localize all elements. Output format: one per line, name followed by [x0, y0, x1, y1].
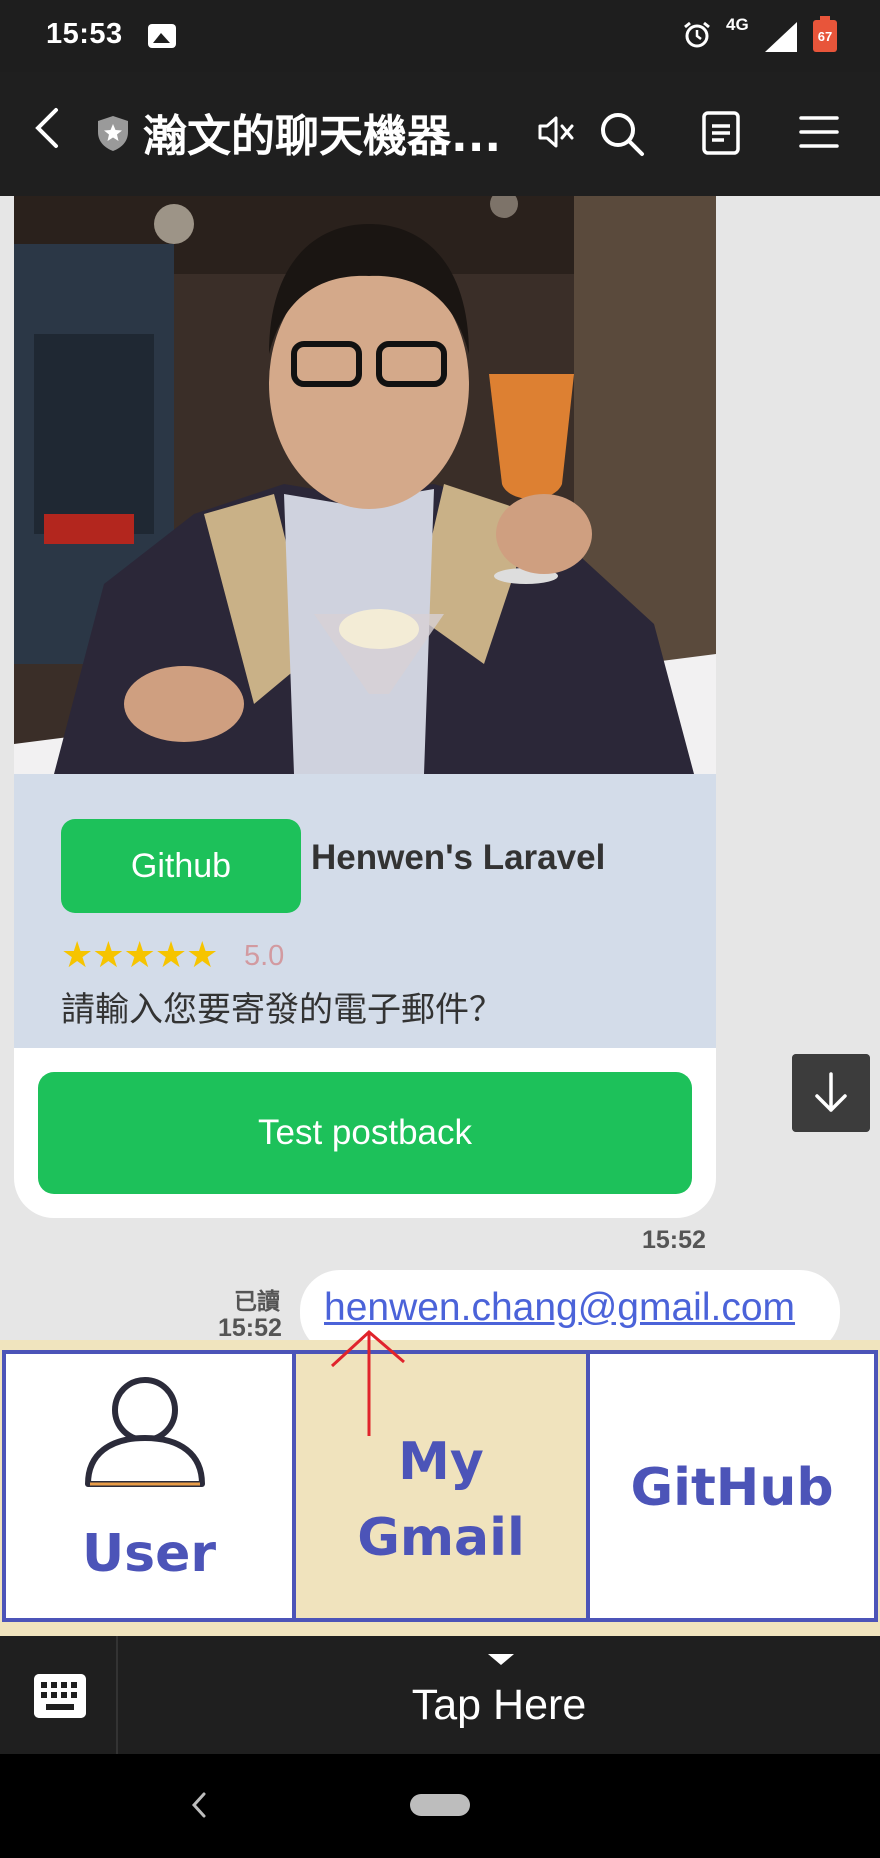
scroll-down-icon[interactable]: [792, 1054, 870, 1132]
battery-icon: 67: [813, 16, 837, 52]
test-postback-button[interactable]: Test postback: [38, 1072, 692, 1194]
mute-icon[interactable]: [536, 112, 576, 152]
caret-down-icon: [488, 1654, 514, 1665]
rich-menu: User My Gmail GitHub: [0, 1340, 880, 1636]
bottom-bar: Tap Here: [0, 1636, 880, 1754]
rating-stars: ★★★★★: [61, 934, 218, 975]
gallery-notification-icon: [148, 24, 176, 48]
rich-menu-my-gmail[interactable]: My Gmail: [296, 1354, 590, 1618]
sent-message-bubble: henwen.chang@gmail.com: [300, 1270, 840, 1340]
rich-menu-user-label: User: [81, 1524, 217, 1584]
keyboard-icon: [34, 1674, 86, 1718]
rich-menu-github[interactable]: GitHub: [590, 1354, 874, 1618]
card-timestamp: 15:52: [642, 1226, 706, 1254]
status-time: 15:53: [46, 18, 123, 50]
status-bar: 15:53 4G 67: [0, 0, 880, 72]
back-arrow-icon[interactable]: [26, 106, 70, 150]
flex-message-card: Github Henwen's Laravel ★★★★★ 5.0 請輸入您要寄…: [14, 196, 716, 1218]
tap-here-toggle[interactable]: Tap Here: [118, 1636, 880, 1754]
rich-menu-github-label: GitHub: [630, 1458, 834, 1518]
nav-home-pill[interactable]: [410, 1794, 470, 1816]
rich-menu-frame: User My Gmail GitHub: [2, 1350, 878, 1622]
tap-here-label: Tap Here: [411, 1681, 587, 1729]
nav-back-icon[interactable]: [186, 1788, 210, 1822]
chat-header: 瀚文的聊天機器...: [0, 72, 880, 196]
profile-photo: [14, 196, 716, 774]
rating-value: 5.0: [244, 940, 285, 972]
keyboard-toggle-button[interactable]: [0, 1636, 118, 1754]
system-nav-bar: [0, 1754, 880, 1858]
email-link[interactable]: henwen.chang@gmail.com: [324, 1286, 795, 1330]
search-icon[interactable]: [598, 110, 646, 158]
chat-area[interactable]: Github Henwen's Laravel ★★★★★ 5.0 請輸入您要寄…: [0, 196, 880, 1340]
message-timestamp: 15:52: [218, 1314, 282, 1340]
hamburger-menu-icon[interactable]: [798, 112, 840, 152]
card-body: Github Henwen's Laravel ★★★★★ 5.0 請輸入您要寄…: [14, 774, 716, 1048]
alarm-icon: [684, 21, 710, 48]
user-icon: [85, 1377, 205, 1487]
notes-icon[interactable]: [700, 110, 742, 156]
chat-title: 瀚文的聊天機器...: [143, 111, 502, 162]
card-heading: Henwen's Laravel: [311, 838, 606, 877]
rich-menu-user[interactable]: User: [6, 1354, 296, 1618]
shield-icon: [98, 116, 128, 151]
github-tag-button[interactable]: Github: [61, 819, 301, 913]
network-type: 4G: [726, 15, 749, 34]
read-receipt: 已讀: [234, 1289, 280, 1315]
rich-menu-my-gmail-label: My Gmail: [357, 1432, 525, 1568]
signal-icon: [765, 22, 797, 52]
card-question: 請輸入您要寄發的電子郵件？: [61, 990, 503, 1030]
